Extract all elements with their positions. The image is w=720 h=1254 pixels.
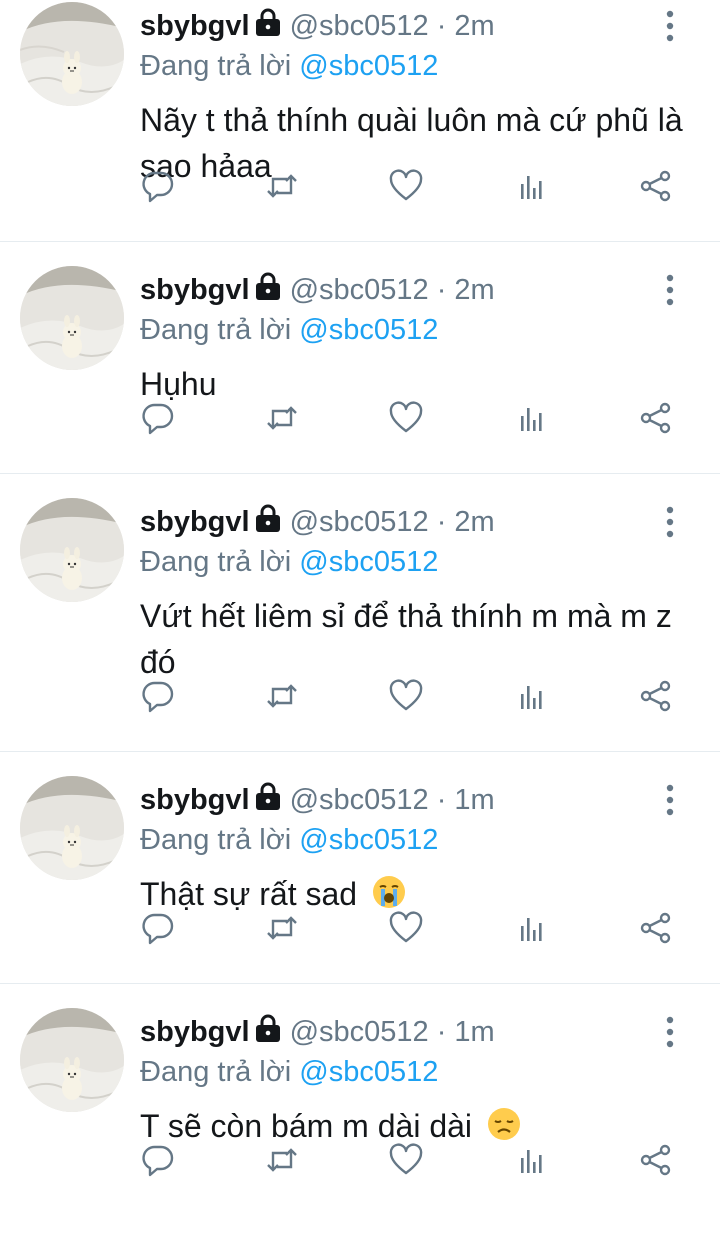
retweet-icon[interactable] (264, 678, 300, 714)
replying-to-handle[interactable]: @sbc0512 (299, 546, 438, 578)
tweet-text-content: T sẽ còn bám m dài dài (140, 1108, 473, 1144)
replying-to: Đang trả lời @sbc0512 (140, 50, 700, 82)
replying-to-handle[interactable]: @sbc0512 (299, 314, 438, 346)
timeline-feed: sbybgvl @sbc0512 · 2m Đang trả lời @sbc0… (0, 0, 720, 1254)
handle[interactable]: @sbc0512 (290, 8, 429, 44)
tweet-actions (140, 168, 680, 208)
handle[interactable]: @sbc0512 (290, 782, 429, 818)
reply-icon[interactable] (140, 910, 176, 946)
timestamp[interactable]: 1m (454, 782, 494, 818)
timestamp[interactable]: 2m (454, 272, 494, 308)
stats-icon[interactable] (514, 168, 550, 204)
tweet-text: Vứt hết liêm sỉ để thả thính m mà m z đó (140, 593, 700, 685)
separator-dot: · (436, 784, 447, 816)
tweet-actions (140, 910, 680, 950)
more-icon[interactable] (658, 502, 682, 542)
separator-dot: · (436, 10, 447, 42)
avatar[interactable] (20, 776, 124, 880)
tweet[interactable]: sbybgvl @sbc0512 · 2m Đang trả lời @sbc0… (0, 474, 720, 752)
tweet-header: sbybgvl @sbc0512 · 2m (140, 264, 700, 316)
share-icon[interactable] (638, 910, 674, 946)
tweet-header: sbybgvl @sbc0512 · 1m (140, 774, 700, 826)
retweet-icon[interactable] (264, 400, 300, 436)
retweet-icon[interactable] (264, 168, 300, 204)
replying-to: Đang trả lời @sbc0512 (140, 1056, 700, 1088)
replying-to-handle[interactable]: @sbc0512 (299, 1056, 438, 1088)
reply-icon[interactable] (140, 1142, 176, 1178)
display-name[interactable]: sbybgvl (140, 1014, 250, 1050)
tweet-header: sbybgvl @sbc0512 · 2m (140, 0, 700, 52)
share-icon[interactable] (638, 1142, 674, 1178)
share-icon[interactable] (638, 678, 674, 714)
separator-dot: · (436, 274, 447, 306)
avatar[interactable] (20, 266, 124, 370)
avatar[interactable] (20, 1008, 124, 1112)
display-name[interactable]: sbybgvl (140, 8, 250, 44)
handle[interactable]: @sbc0512 (290, 504, 429, 540)
handle[interactable]: @sbc0512 (290, 272, 429, 308)
disappointed-face-icon (487, 1107, 521, 1141)
share-icon[interactable] (638, 168, 674, 204)
handle[interactable]: @sbc0512 (290, 1014, 429, 1050)
avatar[interactable] (20, 498, 124, 602)
replying-to: Đang trả lời @sbc0512 (140, 314, 700, 346)
tweet-actions (140, 1142, 680, 1182)
replying-to-label: Đang trả lời (140, 50, 292, 82)
share-icon[interactable] (638, 400, 674, 436)
replying-to: Đang trả lời @sbc0512 (140, 546, 700, 578)
tweet[interactable]: sbybgvl @sbc0512 · 1m Đang trả lời @sbc0… (0, 752, 720, 984)
tweet-text-content: Thật sự rất sad (140, 876, 358, 912)
tweet[interactable]: sbybgvl @sbc0512 · 1m Đang trả lời @sbc0… (0, 984, 720, 1254)
like-icon[interactable] (388, 1142, 424, 1178)
replying-to-label: Đang trả lời (140, 546, 292, 578)
reply-icon[interactable] (140, 678, 176, 714)
timestamp[interactable]: 2m (454, 8, 494, 44)
stats-icon[interactable] (514, 910, 550, 946)
display-name[interactable]: sbybgvl (140, 504, 250, 540)
lock-icon (254, 271, 282, 301)
stats-icon[interactable] (514, 400, 550, 436)
loudly-crying-face-icon (372, 875, 406, 909)
timestamp[interactable]: 2m (454, 504, 494, 540)
more-icon[interactable] (658, 6, 682, 46)
retweet-icon[interactable] (264, 1142, 300, 1178)
tweet[interactable]: sbybgvl @sbc0512 · 2m Đang trả lời @sbc0… (0, 0, 720, 242)
tweet-text-content: Hụhu (140, 366, 217, 402)
tweet-text-content: Vứt hết liêm sỉ để thả thính m mà m z đó (140, 598, 672, 680)
lock-icon (254, 503, 282, 533)
replying-to: Đang trả lời @sbc0512 (140, 824, 700, 856)
reply-icon[interactable] (140, 168, 176, 204)
replying-to-handle[interactable]: @sbc0512 (299, 50, 438, 82)
stats-icon[interactable] (514, 1142, 550, 1178)
more-icon[interactable] (658, 270, 682, 310)
stats-icon[interactable] (514, 678, 550, 714)
replying-to-label: Đang trả lời (140, 824, 292, 856)
more-icon[interactable] (658, 1012, 682, 1052)
like-icon[interactable] (388, 168, 424, 204)
like-icon[interactable] (388, 678, 424, 714)
avatar[interactable] (20, 2, 124, 106)
replying-to-handle[interactable]: @sbc0512 (299, 824, 438, 856)
separator-dot: · (436, 1016, 447, 1048)
like-icon[interactable] (388, 910, 424, 946)
separator-dot: · (436, 506, 447, 538)
tweet-actions (140, 678, 680, 718)
lock-icon (254, 781, 282, 811)
replying-to-label: Đang trả lời (140, 1056, 292, 1088)
timestamp[interactable]: 1m (454, 1014, 494, 1050)
tweet-header: sbybgvl @sbc0512 · 2m (140, 496, 700, 548)
more-icon[interactable] (658, 780, 682, 820)
lock-icon (254, 7, 282, 37)
reply-icon[interactable] (140, 400, 176, 436)
lock-icon (254, 1013, 282, 1043)
display-name[interactable]: sbybgvl (140, 782, 250, 818)
retweet-icon[interactable] (264, 910, 300, 946)
tweet[interactable]: sbybgvl @sbc0512 · 2m Đang trả lời @sbc0… (0, 242, 720, 474)
tweet-actions (140, 400, 680, 440)
tweet-header: sbybgvl @sbc0512 · 1m (140, 1006, 700, 1058)
display-name[interactable]: sbybgvl (140, 272, 250, 308)
like-icon[interactable] (388, 400, 424, 436)
replying-to-label: Đang trả lời (140, 314, 292, 346)
